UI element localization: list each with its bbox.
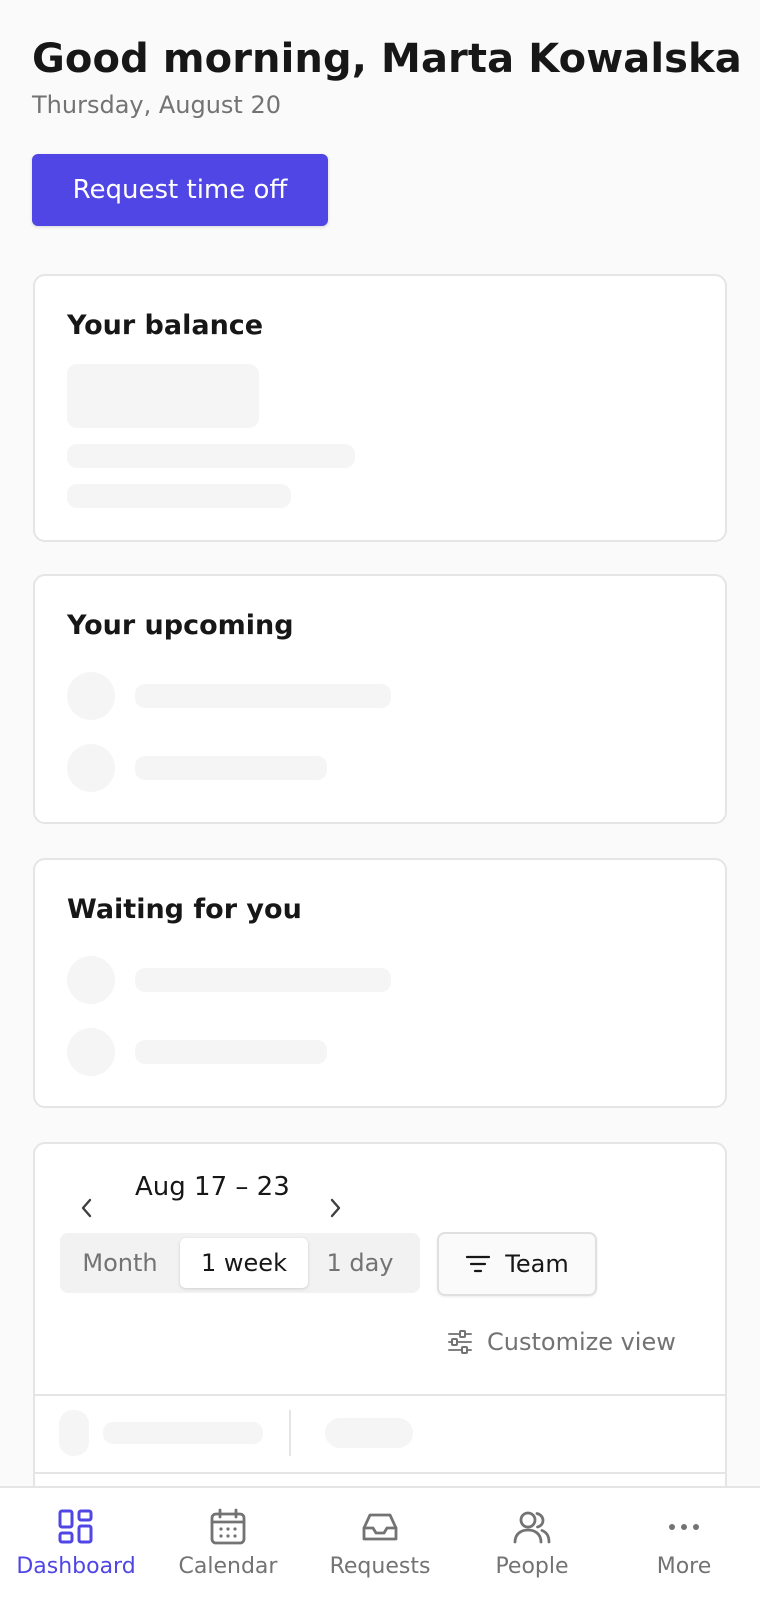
- team-filter-label: Team: [505, 1250, 569, 1278]
- waiting-skeleton-avatar: [67, 956, 115, 1004]
- calendar-icon: [210, 1508, 246, 1545]
- calendar-skeleton-event: [325, 1418, 413, 1448]
- waiting-card-title: Waiting for you: [67, 894, 302, 925]
- current-date: Thursday, August 20: [32, 91, 282, 119]
- bottom-navigation: Dashboard Calendar Requests People More: [0, 1486, 760, 1600]
- balance-card-title: Your balance: [67, 310, 264, 341]
- customize-view-button[interactable]: Customize view: [447, 1328, 676, 1356]
- balance-card: Your balance: [33, 274, 727, 542]
- upcoming-skeleton-avatar: [67, 744, 115, 792]
- waiting-skeleton-avatar: [67, 1028, 115, 1076]
- view-option-week[interactable]: 1 week: [180, 1238, 308, 1288]
- dashboard-icon: [58, 1509, 93, 1544]
- waiting-skeleton-line: [135, 1040, 327, 1064]
- people-icon: [513, 1511, 551, 1544]
- next-week-button[interactable]: [315, 1188, 355, 1228]
- balance-skeleton-line: [67, 484, 291, 508]
- more-icon: [669, 1524, 699, 1530]
- view-switcher: Month 1 week 1 day: [60, 1233, 420, 1293]
- nav-dashboard-label: Dashboard: [16, 1554, 136, 1579]
- nav-requests[interactable]: Requests: [304, 1488, 456, 1600]
- dashboard-page: Good morning, Marta Kowalska Thursday, A…: [0, 0, 760, 1600]
- filter-icon: [466, 1255, 491, 1273]
- calendar-skeleton-line: [103, 1422, 263, 1444]
- nav-more-label: More: [656, 1554, 712, 1579]
- nav-people[interactable]: People: [456, 1488, 608, 1600]
- request-time-off-button[interactable]: Request time off: [32, 154, 328, 226]
- view-option-day[interactable]: 1 day: [310, 1233, 410, 1293]
- previous-week-button[interactable]: [67, 1188, 107, 1228]
- waiting-skeleton-line: [135, 968, 391, 992]
- upcoming-skeleton-line: [135, 756, 327, 780]
- sliders-icon: [448, 1330, 472, 1354]
- view-option-month[interactable]: Month: [60, 1233, 180, 1293]
- waiting-card: Waiting for you: [33, 858, 727, 1108]
- nav-requests-label: Requests: [329, 1554, 431, 1579]
- calendar-divider: [35, 1394, 725, 1396]
- nav-calendar-label: Calendar: [178, 1554, 278, 1579]
- chevron-left-icon: [81, 1198, 92, 1218]
- nav-calendar[interactable]: Calendar: [152, 1488, 304, 1600]
- upcoming-skeleton-line: [135, 684, 391, 708]
- inbox-icon: [362, 1513, 398, 1541]
- upcoming-skeleton-avatar: [67, 672, 115, 720]
- balance-skeleton-value: [67, 364, 259, 428]
- calendar-skeleton-avatar: [59, 1410, 89, 1456]
- team-filter-button[interactable]: Team: [437, 1232, 597, 1296]
- chevron-right-icon: [330, 1198, 341, 1218]
- nav-people-label: People: [495, 1554, 569, 1579]
- upcoming-card-title: Your upcoming: [67, 610, 294, 641]
- customize-view-label: Customize view: [487, 1328, 676, 1356]
- nav-dashboard[interactable]: Dashboard: [0, 1488, 152, 1600]
- nav-more[interactable]: More: [608, 1488, 760, 1600]
- balance-skeleton-line: [67, 444, 355, 468]
- calendar-column-divider: [289, 1410, 291, 1456]
- upcoming-card: Your upcoming: [33, 574, 727, 824]
- date-range-label: Aug 17 – 23: [135, 1172, 290, 1202]
- calendar-card: Aug 17 – 23 Month 1 week 1 day Team Cust…: [33, 1142, 727, 1542]
- calendar-divider: [35, 1472, 725, 1474]
- greeting-heading: Good morning, Marta Kowalska: [32, 36, 742, 82]
